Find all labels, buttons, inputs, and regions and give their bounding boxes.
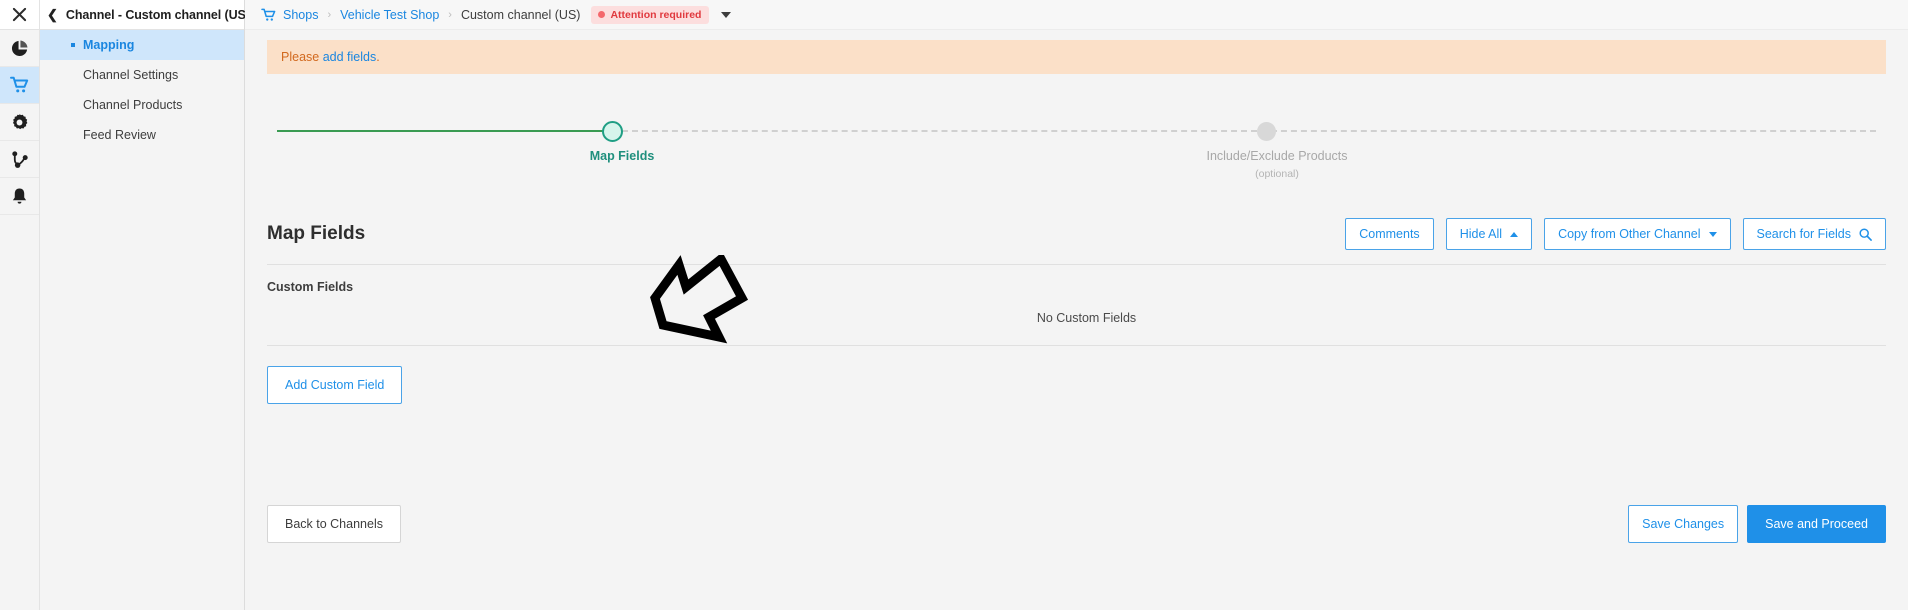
sidebar-item-channel-products[interactable]: Channel Products [40, 90, 244, 120]
close-icon[interactable] [0, 0, 39, 30]
comments-button[interactable]: Comments [1345, 218, 1434, 250]
alert-prefix: Please [281, 50, 323, 64]
search-icon [1859, 227, 1872, 241]
sidebar-header: ❮ Channel - Custom channel (US) [40, 0, 250, 30]
share-nodes-icon[interactable] [0, 141, 39, 178]
stepper-track-completed [277, 130, 622, 132]
search-for-fields-label: Search for Fields [1756, 227, 1851, 241]
progress-stepper: Map Fields Include/Exclude Products (opt… [267, 106, 1886, 180]
footer-actions: Back to Channels Save Changes Save and P… [267, 505, 1886, 543]
hide-all-button[interactable]: Hide All [1445, 218, 1533, 250]
panel-header: Map Fields Comments Hide All Copy from O… [267, 218, 1886, 265]
icon-rail [0, 0, 40, 610]
alert-suffix: . [376, 50, 380, 64]
add-custom-field-button[interactable]: Add Custom Field [267, 366, 403, 404]
status-badge: Attention required [591, 5, 710, 24]
status-dot-icon [598, 11, 606, 18]
sidebar-item-channel-settings[interactable]: Channel Settings [40, 60, 244, 90]
empty-state-text: No Custom Fields [1036, 310, 1137, 325]
alert-banner: Please add fields. [267, 40, 1886, 74]
breadcrumb-item-shops[interactable]: Shops [283, 8, 318, 22]
alert-add-fields-link[interactable]: add fields [323, 50, 377, 64]
stepper-sublabel-optional: (optional) [1255, 168, 1299, 180]
footer-right-actions: Save Changes Save and Proceed [1628, 505, 1886, 543]
page-title: Map Fields [267, 223, 366, 244]
caret-up-icon [1510, 231, 1519, 237]
shopping-cart-icon [261, 8, 277, 22]
save-and-proceed-button[interactable]: Save and Proceed [1747, 505, 1886, 543]
main-content: Shops › Vehicle Test Shop › Custom chann… [245, 0, 1908, 610]
sidebar-item-label: Mapping [83, 38, 135, 52]
status-badge-label: Attention required [610, 8, 702, 21]
caret-down-icon [1708, 231, 1717, 237]
sidebar-item-feed-review[interactable]: Feed Review [40, 120, 244, 150]
sidebar-title: Channel - Custom channel (US) [65, 7, 250, 22]
close-icon-glyph [12, 7, 27, 22]
breadcrumb-separator: › [327, 8, 332, 21]
sidebar-item-label: Channel Products [83, 98, 183, 112]
breadcrumb-item-vehicle-test-shop[interactable]: Vehicle Test Shop [340, 8, 439, 22]
copy-from-other-channel-button[interactable]: Copy from Other Channel [1544, 218, 1731, 250]
hide-all-button-label: Hide All [1459, 227, 1503, 241]
add-custom-field-wrap: Add Custom Field [267, 346, 1886, 404]
sidebar-item-label: Channel Settings [83, 68, 179, 82]
gear-icon-glyph [12, 113, 28, 129]
stepper-label-include-exclude: Include/Exclude Products [1206, 149, 1348, 163]
app-root: ❮ Channel - Custom channel (US) Mapping … [0, 0, 1908, 610]
panel-toolbar: Comments Hide All Copy from Other Channe… [1345, 218, 1886, 250]
sidebar-item-label: Feed Review [83, 128, 156, 142]
stepper-node-include-exclude[interactable] [1257, 122, 1276, 141]
add-custom-field-label: Add Custom Field [285, 378, 385, 392]
shopping-cart-icon-glyph [261, 8, 276, 21]
breadcrumb: Shops › Vehicle Test Shop › Custom chann… [245, 0, 1908, 30]
comments-button-label: Comments [1359, 227, 1420, 241]
copy-from-other-channel-label: Copy from Other Channel [1558, 227, 1701, 241]
stepper-label-map-fields: Map Fields [589, 149, 655, 163]
save-changes-button[interactable]: Save Changes [1628, 505, 1739, 543]
chevron-down-icon[interactable] [721, 11, 732, 18]
shopping-cart-icon-glyph [9, 76, 28, 93]
map-fields-panel: Map Fields Comments Hide All Copy from O… [267, 218, 1886, 404]
chevron-left-icon[interactable]: ❮ [46, 8, 59, 21]
stepper-track-remaining [622, 130, 1876, 132]
sidebar-nav: Mapping Channel Settings Channel Product… [40, 30, 244, 150]
save-changes-label: Save Changes [1642, 517, 1725, 531]
breadcrumb-item-current: Custom channel (US) [460, 7, 581, 22]
sidebar: ❮ Channel - Custom channel (US) Mapping … [40, 0, 250, 610]
share-nodes-icon-glyph [11, 150, 28, 168]
pie-chart-icon[interactable] [0, 30, 39, 67]
shopping-cart-icon[interactable] [0, 67, 39, 104]
search-for-fields-button[interactable]: Search for Fields [1742, 218, 1886, 250]
pie-chart-icon-glyph [11, 40, 28, 56]
sidebar-item-mapping[interactable]: Mapping [40, 30, 244, 60]
gear-icon[interactable] [0, 104, 39, 141]
back-to-channels-button[interactable]: Back to Channels [267, 505, 401, 543]
custom-fields-empty-row: No Custom Fields [267, 290, 1886, 346]
stepper-node-map-fields[interactable] [602, 121, 623, 142]
bell-icon-glyph [12, 187, 27, 204]
bell-icon[interactable] [0, 178, 39, 215]
breadcrumb-separator: › [448, 8, 452, 21]
